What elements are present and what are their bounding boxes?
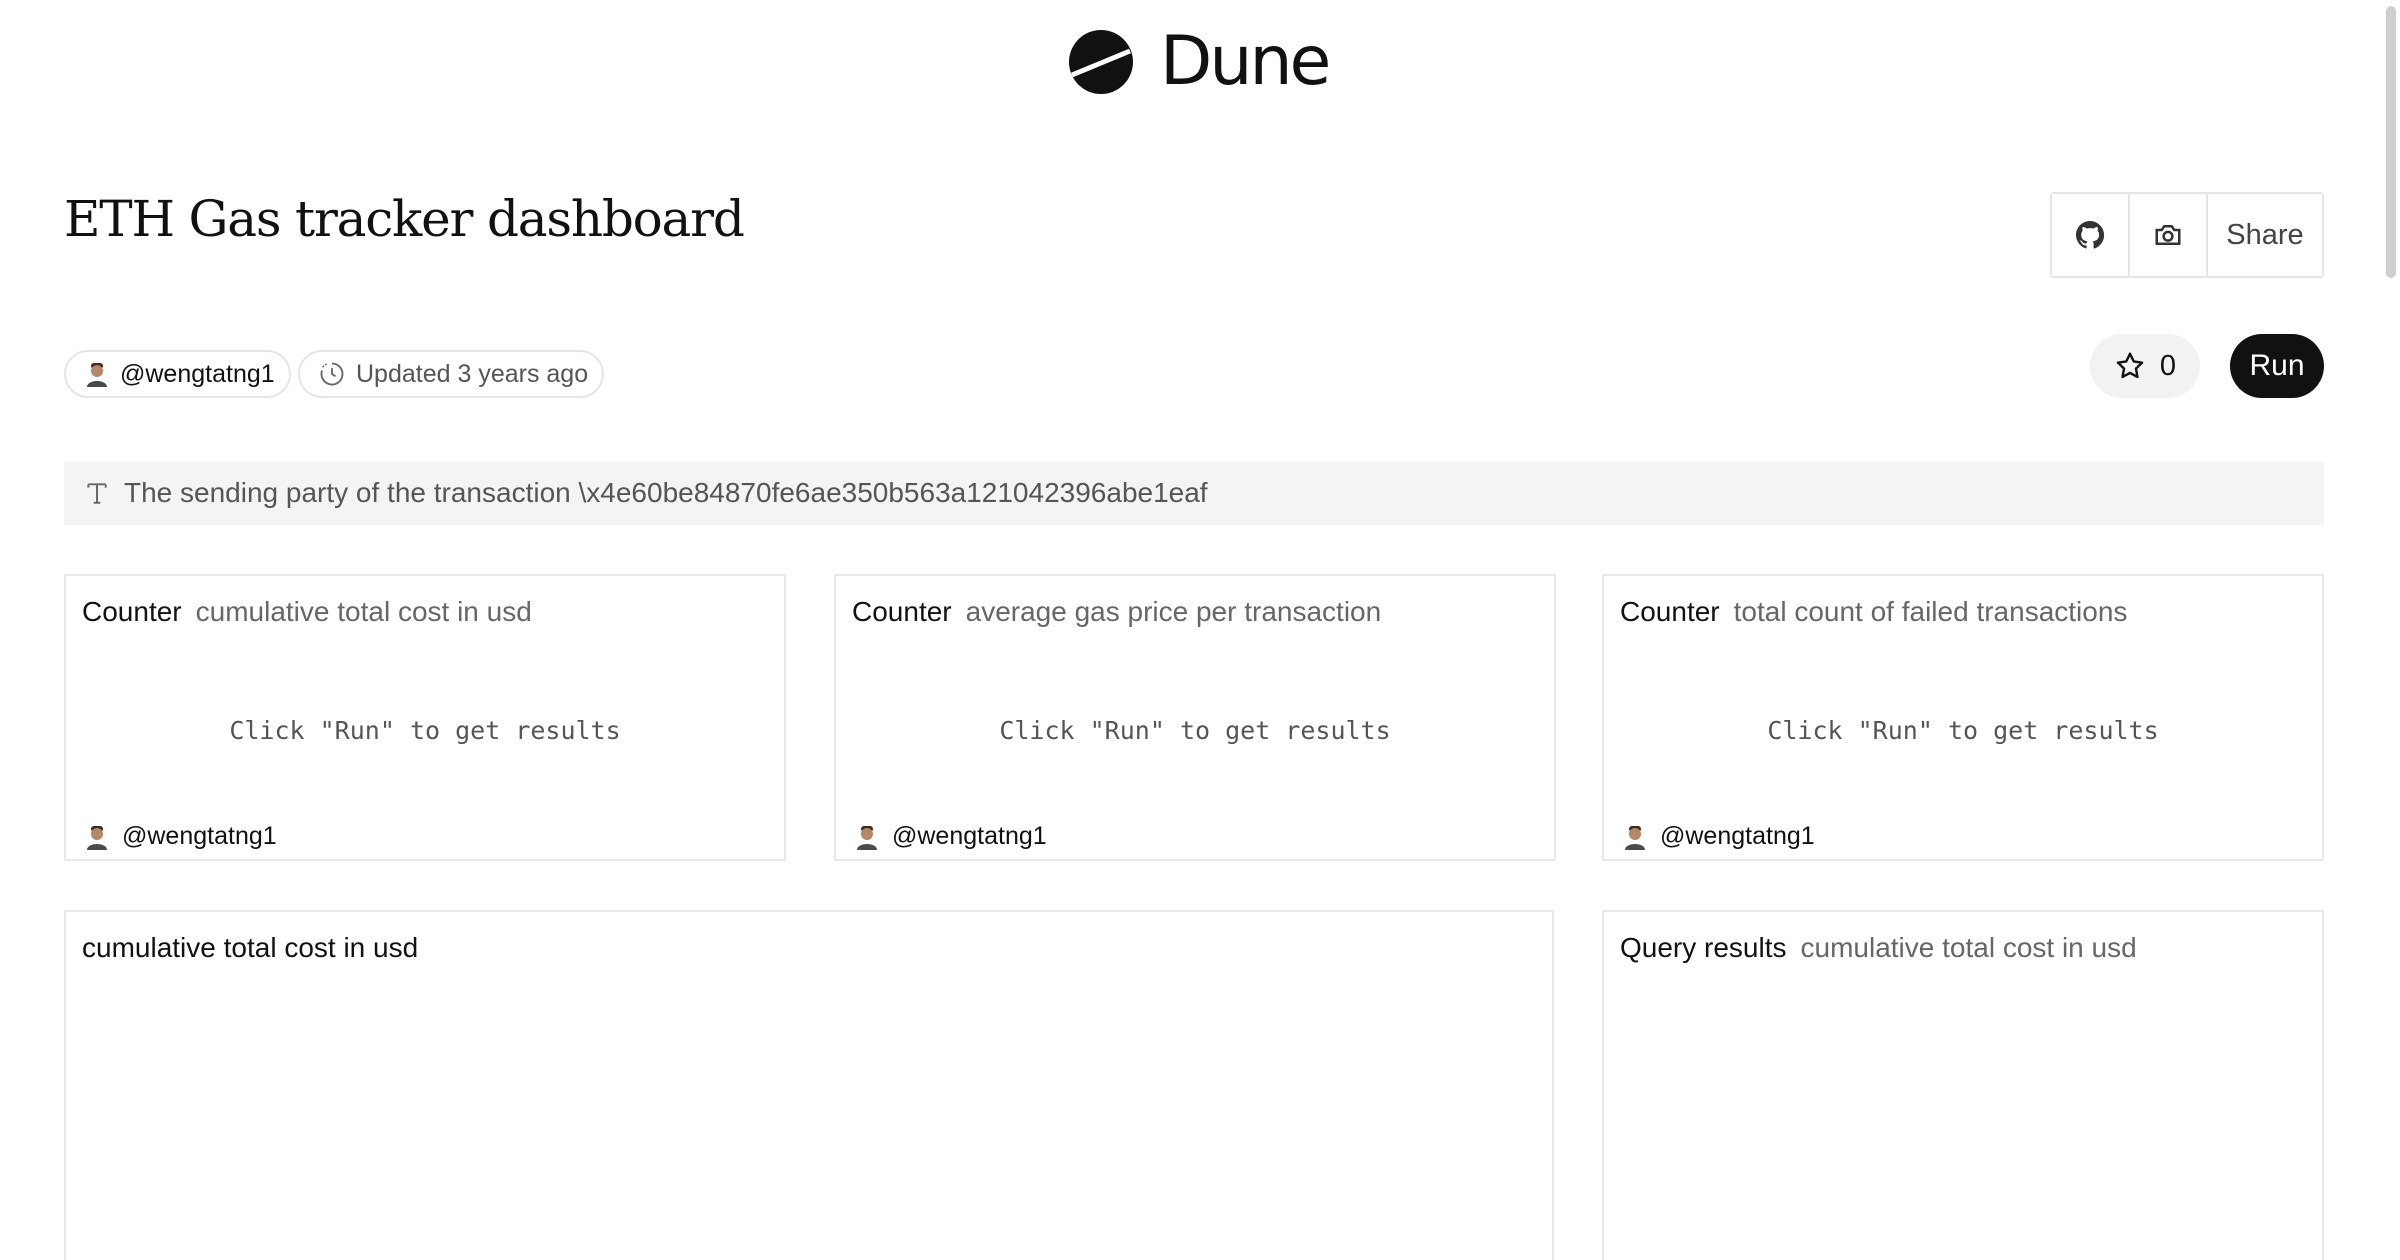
card-header: Counter cumulative total cost in usd <box>82 596 532 628</box>
card-header: cumulative total cost in usd <box>82 932 432 964</box>
dune-logo[interactable]: Dune <box>1068 22 1331 101</box>
card-type: Query results <box>1620 932 1787 963</box>
query-results-card[interactable]: Query results cumulative total cost in us… <box>1602 910 2324 1260</box>
avatar <box>1625 825 1645 850</box>
card-author-name: @wengtatng1 <box>122 822 277 850</box>
card-author[interactable]: @wengtatng1 <box>1622 822 1815 851</box>
github-button[interactable] <box>2052 194 2130 276</box>
card-type: Counter <box>82 596 182 627</box>
camera-icon <box>2155 225 2181 245</box>
counter-card[interactable]: Counter average gas price per transaction… <box>834 574 1556 861</box>
avatar <box>87 363 107 387</box>
counter-card[interactable]: Counter cumulative total cost in usd Clic… <box>64 574 786 861</box>
card-type: Counter <box>1620 596 1720 627</box>
card-author-name: @wengtatng1 <box>892 822 1047 850</box>
page-title: ETH Gas tracker dashboard <box>64 190 745 248</box>
dashboard-actions: Share <box>2050 192 2324 278</box>
card-subtitle: cumulative total cost in usd <box>195 596 532 627</box>
star-count: 0 <box>2159 349 2177 382</box>
card-type: Counter <box>852 596 952 627</box>
card-subtitle: cumulative total cost in usd <box>1800 932 2137 963</box>
empty-result-message: Click "Run" to get results <box>229 716 621 745</box>
card-subtitle: average gas price per transaction <box>965 596 1382 627</box>
avatar <box>87 825 107 850</box>
updated-label: Updated 3 years ago <box>356 359 589 388</box>
screenshot-button[interactable] <box>2130 194 2208 276</box>
author-pill[interactable]: @wengtatng1 <box>64 350 291 398</box>
scrollbar[interactable] <box>2386 6 2396 278</box>
parameter-text: The sending party of the transaction \x4… <box>124 477 1208 508</box>
updated-pill: Updated 3 years ago <box>298 350 605 398</box>
star-button[interactable]: 0 <box>2090 334 2200 398</box>
text-type-icon <box>87 483 107 504</box>
card-header: Counter total count of failed transaction… <box>1620 596 2127 628</box>
empty-result-message: Click "Run" to get results <box>1767 716 2159 745</box>
empty-result-message: Click "Run" to get results <box>999 716 1391 745</box>
card-author[interactable]: @wengtatng1 <box>84 822 277 851</box>
run-button[interactable]: Run <box>2230 334 2324 398</box>
counter-card[interactable]: Counter total count of failed transaction… <box>1602 574 2324 861</box>
card-author[interactable]: @wengtatng1 <box>854 822 1047 851</box>
dune-logo-icon <box>1069 30 1133 94</box>
chart-card[interactable]: cumulative total cost in usd <box>64 910 1554 1260</box>
card-header: Query results cumulative total cost in us… <box>1620 932 2137 964</box>
card-subtitle: total count of failed transactions <box>1733 596 2128 627</box>
brand-name: Dune <box>1160 22 1331 101</box>
text-parameter[interactable]: The sending party of the transaction \x4… <box>64 461 2324 525</box>
card-author-name: @wengtatng1 <box>1660 822 1815 850</box>
avatar <box>857 825 877 850</box>
clock-icon <box>320 362 344 386</box>
card-title: cumulative total cost in usd <box>82 932 419 963</box>
star-icon <box>2116 352 2144 379</box>
share-button[interactable]: Share <box>2208 194 2322 276</box>
card-header: Counter average gas price per transaction <box>852 596 1381 628</box>
author-name: @wengtatng1 <box>120 359 275 388</box>
github-icon <box>2076 221 2105 249</box>
dashboard-page: Dune ETH Gas tracker dashboard Share @we… <box>0 0 2400 1260</box>
